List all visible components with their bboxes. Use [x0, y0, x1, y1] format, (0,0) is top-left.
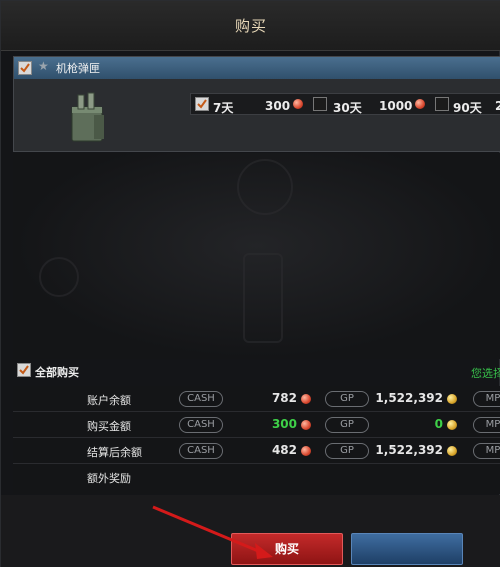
dialog-title: 购买: [234, 17, 267, 35]
row-label: 购买金额: [87, 420, 131, 433]
selection-hint: 您选择: [471, 367, 500, 380]
cash-amount: 782: [271, 391, 297, 405]
item-name: 机枪弹匣: [56, 62, 100, 75]
option-90d-checkbox[interactable]: [435, 97, 449, 111]
row-label: 结算后余额: [87, 446, 142, 459]
watermark-emblem: [243, 253, 283, 343]
mp-badge: MP: [473, 391, 500, 407]
option-7d-price: 300: [265, 99, 291, 113]
dialog-title-bar: 购买: [1, 1, 500, 51]
cash-badge: CASH: [179, 391, 223, 407]
row-label: 额外奖励: [87, 472, 131, 485]
cash-badge: CASH: [179, 417, 223, 433]
mp-badge: MP: [473, 443, 500, 459]
check-icon: [20, 63, 30, 73]
empty-slot-area: [13, 153, 500, 359]
balance-table: 账户余额 CASH 782 GP 1,522,392 MP 购买金额 CASH …: [13, 386, 500, 494]
option-30d-price: 1000: [379, 99, 413, 113]
gp-coin-icon: [447, 394, 457, 404]
option-7d-duration: 7天: [213, 101, 234, 115]
table-row: 购买金额 CASH 300 GP 0 MP: [13, 412, 500, 438]
gp-badge: GP: [325, 391, 369, 407]
row-label: 账户余额: [87, 394, 131, 407]
cash-amount: 300: [271, 417, 297, 431]
gp-amount: 1,522,392: [375, 443, 443, 457]
item-panel: ★ 机枪弹匣 7天 300 30天 1000 90天 2: [13, 56, 500, 152]
cancel-button[interactable]: [351, 533, 463, 565]
gp-amount: 1,522,392: [375, 391, 443, 405]
cash-amount: 482: [271, 443, 297, 457]
gp-coin-icon: [447, 446, 457, 456]
item-header: ★ 机枪弹匣: [14, 57, 500, 79]
mp-badge: MP: [473, 417, 500, 433]
gp-badge: GP: [325, 443, 369, 459]
duration-options: 7天 300 30天 1000 90天 2: [190, 93, 500, 115]
cash-coin-icon: [301, 446, 311, 456]
watermark-emblem: [39, 257, 79, 297]
option-30d-checkbox[interactable]: [313, 97, 327, 111]
cash-coin-icon: [293, 99, 303, 109]
check-icon: [197, 99, 207, 109]
buy-button[interactable]: 购买: [231, 533, 343, 565]
cash-badge: CASH: [179, 443, 223, 459]
check-icon: [19, 365, 29, 375]
gp-coin-icon: [447, 420, 457, 430]
option-7d-checkbox[interactable]: [195, 97, 209, 111]
option-30d-duration: 30天: [333, 101, 362, 115]
gp-amount: 0: [434, 417, 443, 431]
cash-coin-icon: [415, 99, 425, 109]
purchase-all-checkbox[interactable]: [17, 363, 31, 377]
cash-coin-icon: [301, 420, 311, 430]
table-row: 账户余额 CASH 782 GP 1,522,392 MP: [13, 386, 500, 412]
option-90d-price: 2: [495, 99, 500, 113]
table-row: 额外奖励: [13, 464, 500, 490]
option-90d-duration: 90天: [453, 101, 482, 115]
ammo-box-icon: [71, 92, 104, 142]
table-row: 结算后余额 CASH 482 GP 1,522,392 MP: [13, 438, 500, 464]
cash-coin-icon: [301, 394, 311, 404]
purchase-all-label: 全部购买: [35, 366, 79, 379]
purchase-dialog: 购买 ★ 机枪弹匣 7天 300 30天 1000 90天 2 全部购买 您选择…: [0, 0, 500, 567]
watermark-emblem: [237, 159, 293, 215]
item-checkbox[interactable]: [18, 61, 32, 75]
gp-badge: GP: [325, 417, 369, 433]
favorite-star-icon[interactable]: ★: [38, 59, 49, 73]
